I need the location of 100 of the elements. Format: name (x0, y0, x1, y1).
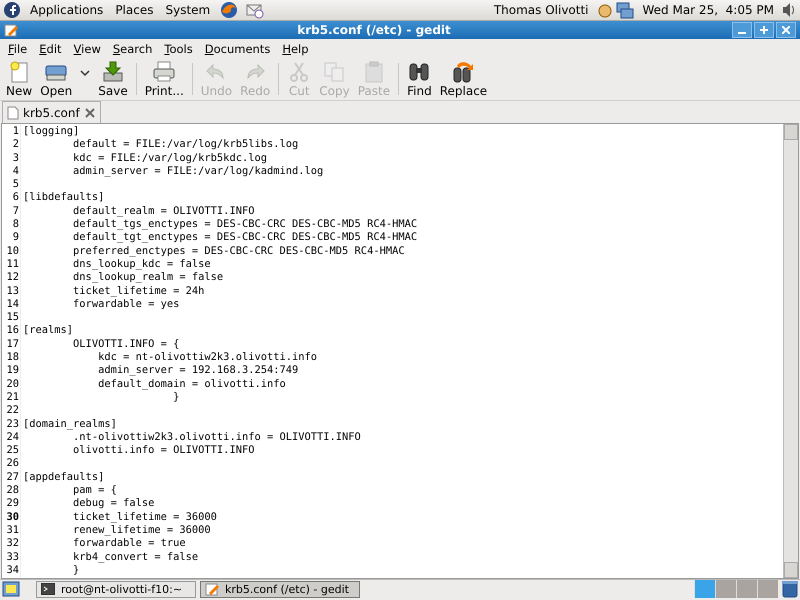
close-icon (782, 26, 790, 34)
line-number: 25 (5, 444, 20, 458)
toolbar-button[interactable]: Replace (436, 58, 492, 100)
code-line: default_tgt_enctypes = DES-CBC-CRC DES-CBC-MD5 RC4-HMAC (72, 231, 418, 244)
line-number: 14 (5, 298, 20, 312)
line-number: 23 (5, 418, 20, 431)
menu-item[interactable]: Edit (33, 42, 68, 56)
menu-item[interactable]: View (68, 42, 107, 56)
line-number: 19 (5, 364, 20, 378)
volume-icon[interactable] (782, 2, 796, 18)
code-line: debug = false (72, 497, 154, 510)
menu-item[interactable]: Documents (198, 42, 276, 56)
line-number: 24 (5, 430, 20, 444)
line-number: 28 (5, 484, 20, 498)
window-title: krb5.conf (/etc) - gedit (296, 23, 452, 37)
line-number: 27 (5, 470, 20, 484)
code-line: pam = { (72, 484, 117, 496)
binoculars-icon (451, 60, 476, 84)
line-number: 33 (5, 550, 20, 564)
code-line: krb4_convert = false (72, 550, 198, 562)
notepad-icon (4, 23, 18, 37)
code-line: olivotti.info = OLIVOTTI.INFO (72, 444, 254, 456)
code-line: [libdefaults] (23, 191, 104, 204)
code-line: default = FILE:/var/log/krb5libs.log (72, 138, 298, 150)
toolbar-button[interactable]: Find (403, 58, 436, 100)
line-number: 9 (12, 231, 20, 245)
menu-item[interactable]: Help (276, 42, 315, 56)
toolbar-button[interactable]: Print... (140, 58, 188, 100)
code-line: ticket_lifetime = 36000 (72, 510, 217, 523)
user-name[interactable]: Thomas Olivotti (494, 3, 588, 17)
trash-icon[interactable] (782, 580, 798, 598)
menu-item[interactable]: Tools (158, 42, 199, 56)
line-number: 7 (12, 204, 20, 218)
copy-icon (322, 60, 346, 84)
menu-item[interactable]: File (2, 42, 34, 56)
toolbar-button[interactable]: New (2, 58, 36, 100)
close-icon[interactable] (84, 106, 96, 118)
line-number: 10 (5, 244, 20, 258)
menu-item[interactable]: Search (106, 42, 158, 56)
line-number: 34 (5, 564, 20, 578)
toolbar-button[interactable]: Open (36, 58, 76, 100)
maximize-icon (760, 26, 768, 34)
workspace-switcher-cell[interactable] (736, 580, 757, 598)
line-number: 8 (12, 218, 20, 232)
code-line: ticket_lifetime = 24h (72, 284, 204, 297)
code-line: } (72, 564, 80, 576)
line-number: 13 (5, 284, 20, 298)
panel-menu[interactable]: Places (113, 3, 156, 17)
code-line: kdc = FILE:/var/log/krb5kdc.log (72, 152, 267, 164)
code-line: admin_server = FILE:/var/log/kadmind.log (72, 164, 324, 177)
line-number: 5 (12, 178, 20, 192)
code-line: forwardable = true (72, 537, 186, 550)
minimize-button[interactable] (732, 22, 752, 38)
line-number: 12 (5, 271, 20, 285)
code-line: renew_lifetime = 36000 (72, 524, 211, 536)
save-icon (100, 60, 125, 84)
maximize-button[interactable] (754, 22, 774, 38)
line-number: 21 (5, 390, 20, 404)
clock[interactable]: Wed Mar 25, 4:05 PM (642, 3, 774, 17)
line-number: 2 (12, 138, 20, 152)
code-line: [logging] (23, 125, 80, 137)
document-tab[interactable]: krb5.conf (2, 101, 101, 123)
toolbar-button[interactable]: Save (94, 58, 132, 100)
code-line: forwardable = yes (72, 298, 180, 310)
fedora-logo-icon[interactable] (4, 2, 20, 18)
line-number: 11 (5, 258, 20, 272)
taskbar-button[interactable]: root@nt-olivotti-f10:~ (36, 580, 196, 598)
notepad-icon (205, 582, 219, 596)
panel-menu[interactable]: System (163, 3, 212, 17)
line-number: 18 (5, 351, 20, 364)
workspace-switcher-cell[interactable] (715, 580, 736, 598)
panel-menu[interactable]: Applications (28, 3, 106, 17)
globe-icon[interactable] (220, 1, 238, 19)
code-line: kdc = nt-olivottiw2k3.olivotti.info (97, 351, 318, 364)
close-button[interactable] (776, 22, 796, 38)
line-number: 3 (12, 152, 20, 165)
line-number: 31 (5, 524, 20, 538)
terminal-icon (41, 583, 55, 595)
code-line: preferred_enctypes = DES-CBC-CRC DES-CBC-MD5 RC4-HMAC (72, 244, 405, 257)
scrollbar[interactable] (783, 124, 798, 578)
printer-icon (152, 60, 176, 84)
code-line: OLIVOTTI.INFO = { (72, 338, 180, 350)
line-number: 22 (5, 404, 20, 418)
network-icon[interactable] (596, 1, 634, 19)
code-line: [domain_realms] (23, 418, 117, 430)
workspace-switcher-cell[interactable] (757, 580, 778, 598)
line-number: 29 (5, 497, 20, 511)
workspace-switcher-cell[interactable] (694, 580, 715, 598)
code-line: default_realm = OLIVOTTI.INFO (72, 204, 254, 217)
taskbar-button[interactable]: krb5.conf (/etc) - gedit (200, 580, 360, 598)
show-desktop-icon[interactable] (2, 580, 20, 598)
line-number: 30 (5, 510, 20, 524)
line-number: 26 (5, 457, 20, 471)
line-number: 1 (12, 125, 20, 138)
code-line: default_domain = olivotti.info (97, 378, 286, 390)
code-line: [appdefaults] (23, 470, 104, 483)
line-number: 4 (12, 164, 20, 178)
code-line: .nt-olivottiw2k3.olivotti.info = OLIVOTTI.INFO (72, 430, 361, 443)
line-number: 20 (5, 378, 20, 391)
line-number: 6 (12, 191, 20, 205)
